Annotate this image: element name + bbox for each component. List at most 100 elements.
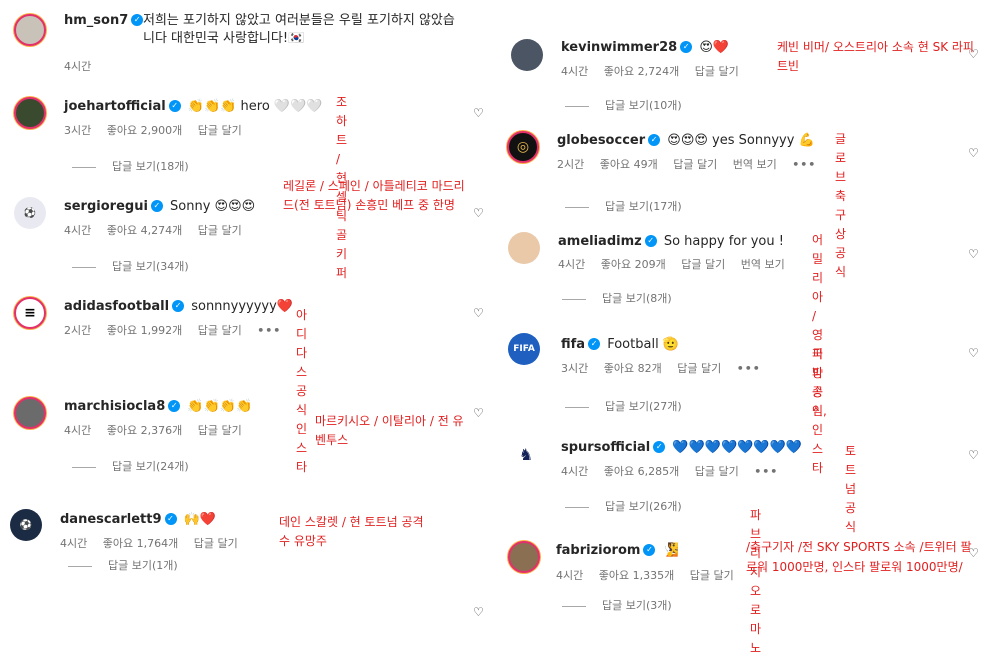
like-count[interactable]: 좋아요 82개	[604, 362, 662, 375]
view-replies-button[interactable]: 답글 보기(3개)	[562, 599, 672, 613]
verified-badge-icon: ✓	[172, 299, 185, 312]
username[interactable]: kevinwimmer28	[561, 40, 677, 55]
username[interactable]: adidasfootball	[64, 299, 169, 314]
view-replies-button[interactable]: 답글 보기(10개)	[565, 99, 682, 113]
username[interactable]: joehartofficial	[64, 99, 166, 114]
view-replies-button[interactable]: 답글 보기(24개)	[72, 460, 189, 474]
username[interactable]: marchisiocla8	[64, 399, 165, 414]
verified-badge-icon: ✓	[168, 399, 181, 412]
avatar[interactable]	[508, 541, 540, 573]
annotation-title: 파브리지오 로마노	[750, 508, 762, 655]
reply-button[interactable]: 답글 달기	[673, 158, 717, 171]
reply-button[interactable]: 답글 달기	[681, 258, 725, 271]
like-count[interactable]: 좋아요 4,274개	[107, 224, 182, 237]
annotation: 마르키시오 / 이탈리아 / 전 유벤투스	[315, 414, 464, 447]
avatar[interactable]: ⚽	[14, 197, 46, 229]
verified-badge-icon: ✓	[644, 234, 657, 247]
heart-outline-icon[interactable]: ♡	[968, 448, 979, 462]
heart-outline-icon[interactable]: ♡	[473, 605, 484, 619]
comment-time: 4시간	[561, 65, 589, 78]
heart-outline-icon[interactable]: ♡	[473, 106, 484, 120]
like-count[interactable]: 좋아요 2,724개	[604, 65, 679, 78]
annotation: 아디다스 공식 인스타	[296, 308, 308, 474]
verified-badge-icon: ✓	[643, 543, 656, 556]
comment-time: 4시간	[64, 60, 92, 73]
avatar[interactable]	[508, 232, 540, 264]
heart-outline-icon[interactable]: ♡	[968, 146, 979, 160]
comment-text: 👏👏👏 hero 🤍🤍🤍	[187, 99, 323, 114]
heart-outline-icon[interactable]: ♡	[968, 247, 979, 261]
translate-button[interactable]: 번역 보기	[733, 158, 777, 171]
heart-outline-icon[interactable]: ♡	[473, 306, 484, 320]
view-replies-button[interactable]: 답글 보기(26개)	[565, 500, 682, 514]
heart-outline-icon[interactable]: ♡	[473, 406, 484, 420]
more-options-icon[interactable]: •••	[792, 158, 816, 171]
more-options-icon[interactable]: •••	[754, 465, 778, 478]
comment-text: 🧏	[662, 543, 679, 558]
view-replies-button[interactable]: 답글 보기(34개)	[72, 260, 189, 274]
username[interactable]: globesoccer	[557, 133, 645, 148]
annotation: 글로브 축구상 공식	[835, 132, 847, 279]
username[interactable]: hm_son7	[64, 13, 128, 28]
annotation: 레길론 / 스페인 / 아틀레티코 마드리드(전 토트넘) 손흥민 베프 중 한…	[283, 179, 465, 212]
view-replies-button[interactable]: 답글 보기(18개)	[72, 160, 189, 174]
comment-text: 💙💙💙💙💙💙💙💙	[672, 440, 802, 455]
username[interactable]: spursofficial	[561, 440, 650, 455]
reply-button[interactable]: 답글 달기	[198, 324, 242, 337]
reply-button[interactable]: 답글 달기	[198, 424, 242, 437]
username[interactable]: danescarlett9	[60, 512, 162, 527]
comment-text: 😍😍😍 yes Sonnyyy 💪	[667, 133, 815, 148]
view-replies-button[interactable]: 답글 보기(1개)	[68, 559, 178, 573]
reply-button[interactable]: 답글 달기	[695, 65, 739, 78]
view-replies-button[interactable]: 답글 보기(27개)	[565, 400, 682, 414]
reply-button[interactable]: 답글 달기	[677, 362, 721, 375]
avatar[interactable]: FIFA	[508, 333, 540, 365]
like-count[interactable]: 좋아요 1,992개	[107, 324, 182, 337]
avatar[interactable]	[511, 39, 543, 71]
view-replies-button[interactable]: 답글 보기(8개)	[562, 292, 672, 306]
heart-outline-icon[interactable]: ♡	[473, 206, 484, 220]
like-count[interactable]: 좋아요 6,285개	[604, 465, 679, 478]
comment-time: 4시간	[64, 424, 92, 437]
like-count[interactable]: 좋아요 2,376개	[107, 424, 182, 437]
username[interactable]: sergioregui	[64, 199, 148, 214]
annotation: 케빈 비머/ 오스트리아 소속 현 SK 라피트빈	[777, 40, 974, 73]
avatar[interactable]: ≡	[14, 297, 46, 329]
avatar[interactable]	[14, 14, 46, 46]
like-count[interactable]: 좋아요 209개	[601, 258, 666, 271]
avatar[interactable]: ♞	[510, 438, 542, 470]
avatar[interactable]	[14, 397, 46, 429]
comment-time: 4시간	[64, 224, 92, 237]
comment-text: 👏👏👏👏	[187, 399, 253, 414]
more-options-icon[interactable]: •••	[737, 362, 761, 375]
more-options-icon[interactable]: •••	[257, 324, 281, 337]
reply-button[interactable]: 답글 달기	[198, 124, 242, 137]
comment-text: 😍❤️	[699, 40, 730, 55]
avatar[interactable]: ⚽	[10, 509, 42, 541]
reply-button[interactable]: 답글 달기	[695, 465, 739, 478]
annotation: 토트넘 공식	[845, 444, 857, 534]
comment-text: Football 🫡	[607, 337, 679, 352]
comment-text: Sonny 😍😍😍	[170, 199, 256, 214]
reply-button[interactable]: 답글 달기	[690, 569, 734, 582]
username[interactable]: fabriziorom	[556, 543, 640, 558]
verified-badge-icon: ✓	[653, 440, 666, 453]
reply-button[interactable]: 답글 달기	[198, 224, 242, 237]
username[interactable]: fifa	[561, 337, 585, 352]
heart-outline-icon[interactable]: ♡	[968, 346, 979, 360]
reply-button[interactable]: 답글 달기	[194, 537, 238, 550]
verified-badge-icon: ✓	[164, 512, 177, 525]
verified-badge-icon: ✓	[680, 40, 693, 53]
username[interactable]: ameliadimz	[558, 234, 642, 249]
avatar[interactable]	[14, 97, 46, 129]
comment-time: 4시간	[556, 569, 584, 582]
like-count[interactable]: 좋아요 1,335개	[599, 569, 674, 582]
like-count[interactable]: 좋아요 49개	[600, 158, 658, 171]
comment-time: 2시간	[557, 158, 585, 171]
avatar[interactable]: ◎	[507, 131, 539, 163]
view-replies-button[interactable]: 답글 보기(17개)	[565, 200, 682, 214]
like-count[interactable]: 좋아요 1,764개	[103, 537, 178, 550]
translate-button[interactable]: 번역 보기	[741, 258, 785, 271]
annotation: /축구기자 /전 SKY SPORTS 소속 /트위터 팔로워 1000만명, …	[746, 540, 972, 574]
like-count[interactable]: 좋아요 2,900개	[107, 124, 182, 137]
